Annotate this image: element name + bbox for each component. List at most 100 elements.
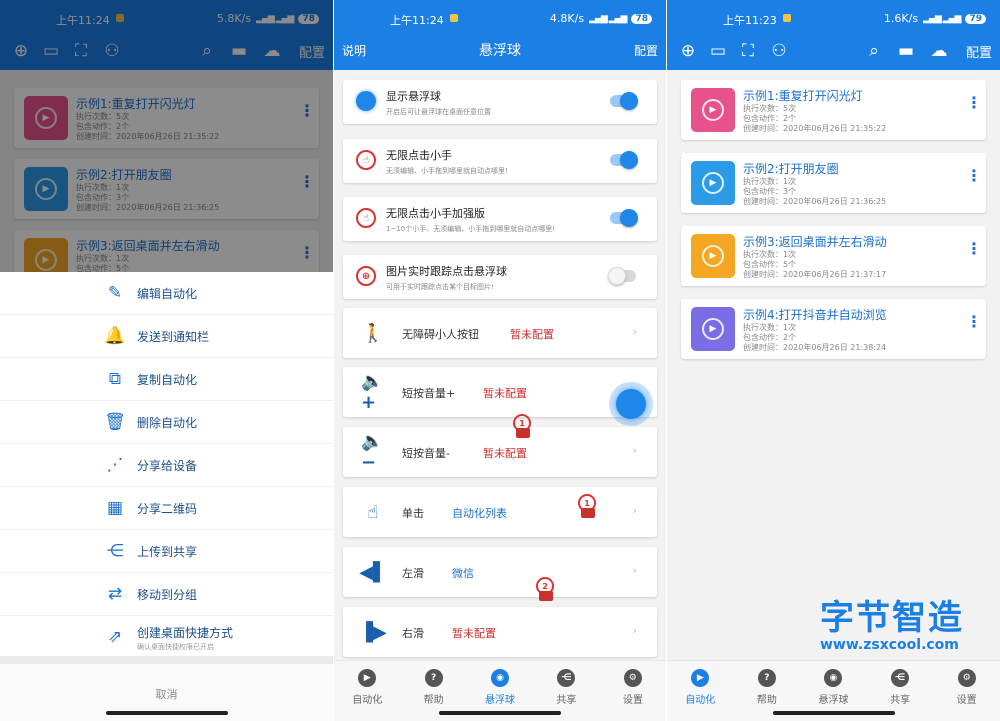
dim-overlay[interactable] (0, 0, 333, 272)
tap-marker-base (539, 591, 553, 601)
gesture-row[interactable]: ◀▌ 左滑 微信 › (343, 547, 657, 597)
option-toggle[interactable] (610, 92, 638, 110)
network-icon[interactable]: ⚇ (764, 36, 794, 66)
sheet-item[interactable]: ⧉ 复制自动化 (0, 358, 333, 401)
toggle-knob (608, 267, 626, 285)
nav-tab-label: 帮助 (756, 695, 777, 706)
copy-icon: ⧉ (108, 369, 122, 389)
sheet-item[interactable]: ▦ 分享二维码 (0, 487, 333, 530)
chevron-right-icon: › (632, 504, 637, 517)
sheet-item[interactable]: ⋲ 上传到共享 (0, 530, 333, 573)
record-icon[interactable]: ▭ (703, 36, 733, 66)
watermark: 字节智造 www.zsxcool.com (820, 590, 1000, 653)
sheet-item-label: 复制自动化 (137, 372, 198, 387)
nav-tab-label: 设置 (956, 695, 977, 706)
gesture-value: 暂未配置 (483, 447, 527, 460)
floating-ball-tab-icon: ◉ (824, 669, 843, 687)
action-sheet: ✎ 编辑自动化 🔔 发送到通知栏 ⧉ 复制自动化 🗑 删除自动化 ⋰ 分享给设备 ▦ 分享二维码 ⋲ 上传… (0, 272, 333, 721)
floating-ball-screen: 上午11:24 4.8K/s ▂▄▆ ▂▄▆ 78 说明 悬浮球 配置 显示悬浮… (334, 0, 666, 721)
more-vert-icon[interactable]: ⋮ (966, 241, 982, 257)
sheet-item[interactable]: 🔔 发送到通知栏 (0, 315, 333, 358)
created-time: 创建时间：2020年06月26日 21:35:22 (743, 124, 887, 133)
watermark-url: www.zsxcool.com (820, 637, 959, 653)
nav-tab-label: 悬浮球 (485, 695, 516, 706)
automation-title: 示例4:打开抖音并自动浏览 (743, 308, 887, 322)
nav-tab-label: 自动化 (352, 695, 383, 706)
cancel-button[interactable]: 取消 (0, 686, 333, 702)
chevron-right-icon: › (632, 624, 637, 637)
scan-icon[interactable]: ⛶ (733, 36, 763, 66)
gesture-label: 右滑 (402, 627, 424, 640)
share-tab-icon: ⋲ (557, 669, 576, 687)
floating-ball[interactable] (609, 382, 653, 426)
gesture-label: 单击 (402, 507, 424, 520)
more-vert-icon[interactable]: ⋮ (966, 168, 982, 184)
created-time: 创建时间：2020年06月26日 21:37:17 (743, 270, 887, 279)
nav-tab-label: 自动化 (685, 695, 716, 706)
list-item[interactable]: ▶ 示例1:重复打开闪光灯 执行次数：5次 包含动作：2个 创建时间：2020年06月2… (681, 80, 986, 140)
config-button[interactable]: 配置 (966, 42, 992, 61)
sheet-item-label: 分享给设备 (137, 458, 198, 473)
gesture-row[interactable]: 🚶 无障碍小人按钮 暂未配置 › (343, 308, 657, 358)
list-item[interactable]: ▶ 示例3:返回桌面并左右滑动 执行次数：1次 包含动作：5个 创建时间：2020年06… (681, 226, 986, 286)
list-item[interactable]: ▶ 示例2:打开朋友圈 执行次数：1次 包含动作：3个 创建时间：2020年06月26日… (681, 153, 986, 213)
option-title: 图片实时跟踪点击悬浮球 (386, 265, 507, 278)
nav-tab[interactable]: ▶ 自动化 (667, 661, 734, 721)
toolbar: ⊕ ▭ ⛶ ⚇ ⌕ ▬ ☁ (667, 36, 1000, 66)
automation-thumb: ▶ (691, 307, 735, 351)
automation-list-screen-with-menu: 上午11:24 5.8K/s ▂▄▆ ▂▄▆ 78 ⊕ ▭ ⛶ ⚇ ⌕ ▬ ☁ 配置 ▶ 示例… (0, 0, 333, 721)
option-desc: 无须编辑、小手拖到哪里就自动点哪里! (386, 167, 508, 175)
gesture-label: 短按音量+ (402, 387, 456, 400)
gesture-value: 自动化列表 (452, 507, 507, 520)
gesture-value: 微信 (452, 567, 474, 580)
option-toggle[interactable] (610, 209, 638, 227)
option-toggle[interactable] (610, 151, 638, 169)
search-icon[interactable]: ⌕ (859, 36, 889, 66)
notification-icon (450, 14, 458, 22)
gesture-label: 左滑 (402, 567, 424, 580)
settings-tab-icon: ⚙ (957, 669, 976, 687)
status-time: 上午11:23 (723, 14, 777, 27)
add-circle-icon[interactable]: ⊕ (673, 36, 703, 66)
more-vert-icon[interactable]: ⋮ (966, 95, 982, 111)
gesture-value: 暂未配置 (483, 387, 527, 400)
sheet-item[interactable]: ⋰ 分享给设备 (0, 444, 333, 487)
option-row: ☝ 无限点击小手 无须编辑、小手拖到哪里就自动点哪里! (343, 139, 657, 183)
network-speed: 1.6K/s (883, 12, 919, 25)
sheet-item[interactable]: 🗑 删除自动化 (0, 401, 333, 444)
sheet-item[interactable]: ✎ 编辑自动化 (0, 272, 333, 315)
home-indicator (105, 711, 228, 715)
nav-tab-label: 悬浮球 (818, 695, 849, 706)
nav-tab[interactable]: ⚙ 设置 (600, 661, 666, 721)
ball-icon (353, 88, 379, 114)
gesture-row[interactable]: 🔈− 短按音量- 暂未配置 › (343, 427, 657, 477)
tap-marker[interactable]: 1 (577, 494, 599, 520)
notification-icon (783, 14, 791, 22)
edit-icon: ✎ (107, 283, 123, 303)
gesture-row[interactable]: ▐▶ 右滑 暂未配置 › (343, 607, 657, 657)
chevron-right-icon: › (632, 325, 637, 338)
sheet-item-label: 创建桌面快捷方式 (137, 626, 234, 640)
option-toggle[interactable] (608, 267, 636, 285)
tap-marker[interactable]: 1 (512, 414, 534, 440)
bell-icon: 🔔 (104, 326, 126, 346)
gesture-row[interactable]: ☝ 单击 自动化列表 › (343, 487, 657, 537)
list-item[interactable]: ▶ 示例4:打开抖音并自动浏览 执行次数：1次 包含动作：2个 创建时间：2020年06… (681, 299, 986, 359)
option-row: ☝ 无限点击小手加强版 1~10个小手、无须编辑、小手拖到哪里就自动点哪里! (343, 197, 657, 241)
floating-ball-core (616, 389, 646, 419)
home-indicator (439, 711, 561, 715)
config-button[interactable]: 配置 (634, 42, 658, 59)
toggle-knob (620, 209, 638, 227)
tap-marker[interactable]: 2 (535, 577, 557, 603)
trash-icon: 🗑 (104, 412, 126, 432)
sheet-item[interactable]: ⇗ 创建桌面快捷方式 确认桌面快捷权限已开启 (0, 616, 333, 659)
folder-icon[interactable]: ▬ (891, 36, 921, 66)
volume-down-icon: 🔈− (361, 431, 384, 473)
sheet-item[interactable]: ⇄ 移动到分组 (0, 573, 333, 616)
accessibility-icon: 🚶 (361, 322, 385, 344)
nav-tab-label: 设置 (622, 695, 643, 706)
more-vert-icon[interactable]: ⋮ (966, 314, 982, 330)
upload-icon[interactable]: ☁ (924, 36, 954, 66)
nav-tab[interactable]: ▶ 自动化 (334, 661, 400, 721)
nav-tab[interactable]: ⚙ 设置 (933, 661, 1000, 721)
